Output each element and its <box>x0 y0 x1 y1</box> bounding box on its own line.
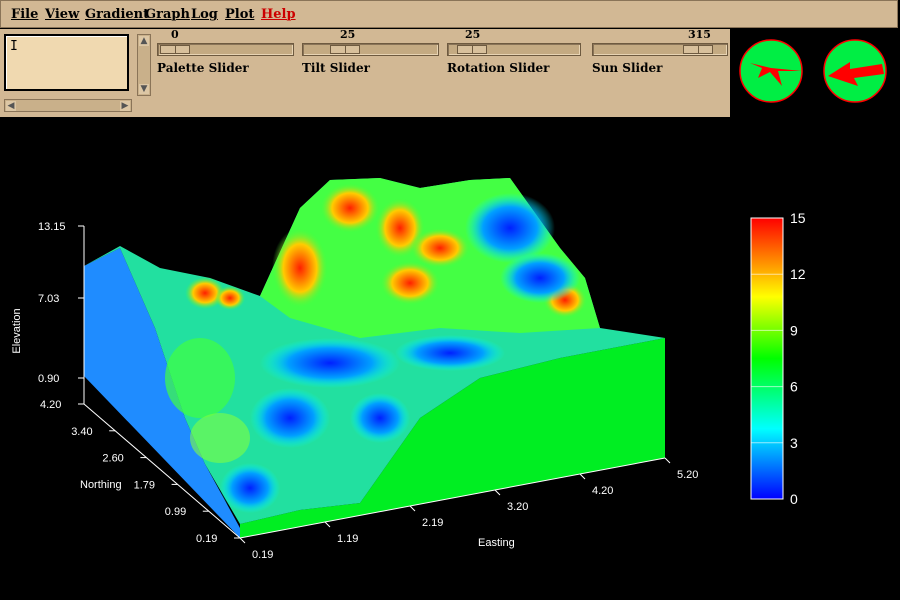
text-input[interactable]: I <box>4 34 129 91</box>
colorbar <box>750 217 784 500</box>
z-axis-label: Elevation <box>11 308 23 353</box>
tilt-slider-thumb[interactable] <box>330 45 361 54</box>
colorbar-tick-label: 12 <box>790 266 806 282</box>
z-tick-label: 13.15 <box>38 221 66 233</box>
tilt-slider-value: 25 <box>340 28 356 41</box>
x-tick <box>409 505 416 512</box>
menu-graph[interactable]: Graph <box>145 7 190 22</box>
rotation-slider[interactable]: 25 Rotation Slider <box>447 28 581 75</box>
colorbar-tick-label: 15 <box>790 210 806 226</box>
x-tick-label: 3.20 <box>507 501 528 513</box>
tilt-slider-label: Tilt Slider <box>302 61 370 75</box>
menu-file[interactable]: File <box>11 7 38 22</box>
palette-slider-track[interactable] <box>157 43 294 56</box>
rotation-slider-track[interactable] <box>447 43 581 56</box>
rotation-slider-value: 25 <box>465 28 481 41</box>
x-tick-label: 5.20 <box>677 469 698 481</box>
x-tick-label: 4.20 <box>592 485 613 497</box>
colorbar-tick-label: 0 <box>790 491 798 507</box>
rotation-compass[interactable] <box>738 38 804 104</box>
vertical-scrollbar[interactable]: ▲ ▼ <box>137 34 151 96</box>
rotation-slider-label: Rotation Slider <box>447 61 550 75</box>
y-tick-label: 3.40 <box>71 426 92 438</box>
x-tick <box>494 489 501 496</box>
palette-slider-thumb[interactable] <box>160 45 190 54</box>
y-tick-label: 0.99 <box>165 506 186 518</box>
x-tick <box>239 537 246 544</box>
z-tick-label: 0.90 <box>38 373 59 385</box>
sun-slider-track[interactable] <box>592 43 728 56</box>
scroll-left-icon[interactable]: ◀ <box>6 101 16 111</box>
y-tick-label: 0.19 <box>196 533 217 545</box>
tilt-slider-track[interactable] <box>302 43 439 56</box>
control-panel: I ▲ ▼ ◀ ▶ 0 Palette Slider 25 Tilt Slide… <box>0 28 730 117</box>
y-axis-label: Northing <box>80 479 122 491</box>
y-tick-label: 2.60 <box>102 453 123 465</box>
z-tick-label: 7.03 <box>38 293 59 305</box>
palette-slider[interactable]: 0 Palette Slider <box>157 28 294 75</box>
text-cursor: I <box>10 39 18 54</box>
x-axis-label: Easting <box>478 537 515 549</box>
palette-slider-value: 0 <box>171 28 179 41</box>
surface-plot[interactable]: 13.15 7.03 0.90 4.20 3.40 2.60 1.79 0.99 0.19 0.1… <box>0 118 900 600</box>
sun-slider-value: 315 <box>688 28 711 41</box>
sun-compass[interactable] <box>822 38 888 104</box>
x-tick-label: 0.19 <box>252 549 273 561</box>
x-tick-label: 2.19 <box>422 517 443 529</box>
menu-log[interactable]: Log <box>191 7 218 22</box>
menu-gradient[interactable]: Gradient <box>85 7 149 22</box>
horizontal-scrollbar[interactable]: ◀ ▶ <box>4 99 132 112</box>
scroll-right-icon[interactable]: ▶ <box>120 101 130 111</box>
x-tick <box>324 521 331 528</box>
y-tick-label: 1.79 <box>134 479 155 491</box>
colorbar-tick-label: 9 <box>790 322 798 338</box>
x-tick <box>664 457 671 464</box>
x-tick <box>579 473 586 480</box>
menu-plot[interactable]: Plot <box>225 7 254 22</box>
menu-help[interactable]: Help <box>261 7 296 22</box>
palette-slider-label: Palette Slider <box>157 61 249 75</box>
sun-slider[interactable]: 315 Sun Slider <box>592 28 728 75</box>
sun-slider-label: Sun Slider <box>592 61 663 75</box>
colorbar-tick-label: 6 <box>790 379 798 395</box>
sun-slider-thumb[interactable] <box>682 45 713 54</box>
menu-view[interactable]: View <box>45 7 79 22</box>
colorbar-tick-label: 3 <box>790 435 798 451</box>
scroll-down-icon[interactable]: ▼ <box>139 84 149 94</box>
scroll-up-icon[interactable]: ▲ <box>139 36 149 46</box>
x-tick-label: 1.19 <box>337 533 358 545</box>
tilt-slider[interactable]: 25 Tilt Slider <box>302 28 439 75</box>
menu-bar: File View Gradient Graph Log Plot Help <box>0 0 898 28</box>
rotation-slider-thumb[interactable] <box>456 45 487 54</box>
y-tick-label: 4.20 <box>40 399 61 411</box>
